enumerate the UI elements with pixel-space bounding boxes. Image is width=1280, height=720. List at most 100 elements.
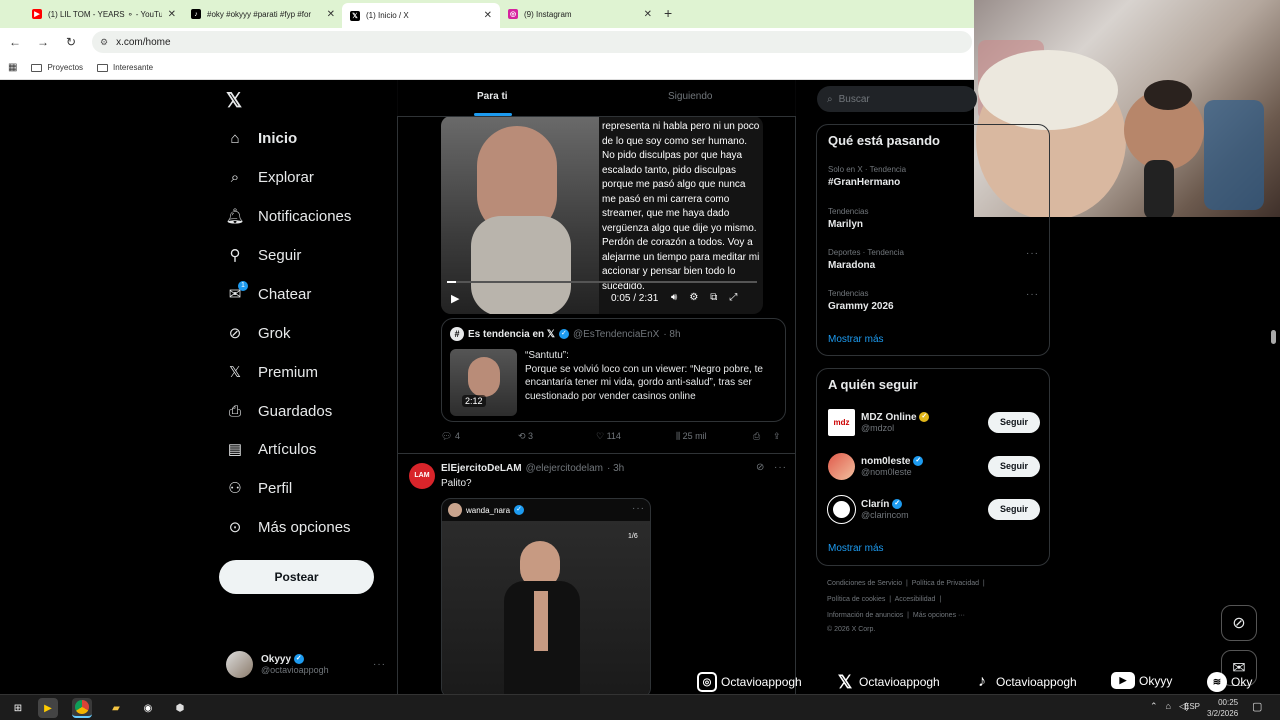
chrome-icon[interactable]	[72, 698, 92, 718]
bookmark-folder[interactable]: Proyectos	[31, 63, 83, 72]
footer-link[interactable]: Política de cookies	[827, 596, 885, 603]
quoted-post[interactable]: # Es tendencia en 𝕏 ✓ @EsTendenciaEnX · …	[441, 318, 786, 422]
x-logo-icon[interactable]: 𝕏	[226, 88, 242, 113]
play-icon[interactable]: ▶	[451, 292, 459, 305]
bookmark-icon[interactable]: ⎙	[753, 431, 760, 442]
show-more-link[interactable]: Mostrar más	[828, 543, 884, 554]
follow-suggestion[interactable]: mdz MDZ Online ✓ @mdzol Seguir	[828, 407, 1040, 437]
tab-x[interactable]: 𝕏 (1) Inicio / X ✕	[342, 3, 500, 28]
post-button[interactable]: Postear	[219, 560, 374, 594]
tab-title: #oky #okyyy #parati #fyp #for	[207, 9, 312, 19]
repost-button[interactable]: ⟲ 3	[518, 431, 533, 442]
forward-icon[interactable]: →	[36, 35, 50, 49]
show-more-link[interactable]: Mostrar más	[828, 334, 884, 345]
nav-articulos[interactable]: ▤ Artículos	[226, 435, 316, 463]
verified-icon: ✓	[514, 505, 525, 515]
post-media[interactable]: wanda_nara ✓ ··· 1/6	[441, 498, 651, 694]
language-indicator[interactable]: ESP	[1184, 702, 1200, 711]
trend-item[interactable]: Tendencias Marilyn	[828, 207, 868, 230]
hashtag-avatar: #	[450, 327, 464, 341]
pip-icon[interactable]: ⧉	[710, 292, 717, 303]
settings-icon[interactable]: ⚙	[689, 292, 698, 303]
tab-siguiendo[interactable]: Siguiendo	[668, 91, 712, 102]
media-player-icon[interactable]: ▶	[38, 698, 58, 718]
quote-handle: @EsTendenciaEnX	[572, 328, 660, 340]
back-icon[interactable]: ←	[8, 35, 22, 49]
clock[interactable]: 00:25 3/2/2026	[1207, 697, 1238, 719]
views-button[interactable]: ⫼ 25 mil	[676, 431, 707, 442]
search-input[interactable]: ⌕ Buscar	[817, 86, 977, 112]
video-caption: representa ni habla pero ni un poco de l…	[602, 121, 760, 290]
file-explorer-icon[interactable]: ▰	[106, 698, 126, 718]
nav-explorar[interactable]: ⌕ Explorar	[226, 163, 314, 191]
footer-link[interactable]: Política de Privacidad	[912, 580, 979, 587]
avatar[interactable]: LAM	[409, 463, 435, 489]
follow-button[interactable]: Seguir	[988, 411, 1040, 433]
like-button[interactable]: ♡ 114	[596, 431, 621, 442]
grok-icon[interactable]: ⊘	[1221, 605, 1257, 641]
close-icon[interactable]: ✕	[484, 10, 492, 21]
nav-guardados[interactable]: ⎙ Guardados	[226, 397, 332, 425]
grok-icon[interactable]: ⊘	[756, 462, 764, 473]
bookmark-folder[interactable]: Interesante	[97, 63, 153, 72]
nav-grok[interactable]: ⊘ Grok	[226, 319, 291, 347]
folder-icon	[31, 63, 43, 72]
footer-link[interactable]: Información de anuncios	[827, 612, 903, 619]
nav-mas-opciones[interactable]: ⊙ Más opciones	[226, 513, 351, 541]
nav-premium[interactable]: 𝕏 Premium	[226, 358, 318, 386]
footer-link[interactable]: Condiciones de Servicio	[827, 580, 902, 587]
new-tab-button[interactable]: +	[664, 5, 672, 21]
nav-notificaciones[interactable]: 🔔︎ Notificaciones	[225, 202, 351, 230]
windows-start-icon[interactable]: ⊞	[8, 698, 28, 718]
chevron-up-icon[interactable]: ⌃	[1150, 701, 1158, 712]
more-icon[interactable]: ···	[1026, 289, 1039, 300]
trend-item[interactable]: Tendencias Grammy 2026	[828, 289, 894, 312]
footer-link[interactable]: Accesibilidad	[895, 596, 936, 603]
scrollbar[interactable]	[1271, 330, 1276, 344]
fullscreen-icon[interactable]: ⤢	[729, 292, 737, 303]
tab-youtube[interactable]: ▶ (1) LIL TOM - YEARS ⚬ - YouTu ✕	[24, 4, 184, 24]
account-name: Okyyy	[261, 653, 292, 665]
account-switcher[interactable]: Okyyy ✓ @octavioappogh ···	[226, 648, 386, 680]
volume-icon[interactable]: 🔊︎	[671, 292, 677, 303]
tab-instagram[interactable]: ◎ (9) Instagram ✕	[500, 4, 660, 24]
search-icon: ⌕	[230, 168, 240, 186]
nav-perfil[interactable]: ⚇ Perfil	[226, 474, 292, 502]
close-icon[interactable]: ✕	[644, 9, 652, 20]
social-handle: Oky	[1231, 675, 1253, 689]
more-icon[interactable]: ···	[373, 659, 386, 670]
nav-seguir[interactable]: ⚲ Seguir	[226, 241, 302, 269]
close-icon[interactable]: ✕	[168, 9, 176, 20]
trend-item[interactable]: Solo en X · Tendencia #GranHermano	[828, 165, 906, 188]
post-author[interactable]: ElEjercitoDeLAM	[441, 463, 522, 474]
verified-icon: ✓	[558, 329, 569, 339]
obs-icon[interactable]: ◉	[138, 698, 158, 718]
video-progress[interactable]	[447, 281, 757, 283]
tab-tiktok[interactable]: ♪ #oky #okyyy #parati #fyp #for ✕	[183, 4, 343, 24]
follow-suggestion[interactable]: Clarín ✓ @clarincom Seguir	[827, 494, 1040, 524]
share-icon[interactable]: ⇪	[773, 431, 781, 442]
follow-suggestion[interactable]: nom0leste ✓ @nom0leste Seguir	[828, 451, 1040, 481]
tab-title: (9) Instagram	[524, 9, 572, 19]
app-icon[interactable]: ⬢	[170, 698, 190, 718]
video-player[interactable]: representa ni habla pero ni un poco de l…	[441, 116, 763, 314]
nav-chatear[interactable]: ✉ 1 Chatear	[226, 280, 311, 308]
more-icon[interactable]: ···	[774, 462, 787, 473]
follow-button[interactable]: Seguir	[988, 498, 1040, 520]
follow-name: MDZ Online	[861, 411, 917, 423]
reply-button[interactable]: 💬︎ 4	[441, 431, 460, 442]
nav-inicio[interactable]: ⌂ Inicio	[226, 124, 297, 152]
follow-button[interactable]: Seguir	[988, 455, 1040, 477]
reload-icon[interactable]: ↻	[64, 35, 78, 49]
site-info-icon[interactable]: ⚙	[100, 37, 108, 48]
tab-para-ti[interactable]: Para ti	[477, 91, 508, 102]
address-bar[interactable]: ⚙ x.com/home	[92, 31, 972, 53]
apps-icon[interactable]: ▦	[8, 62, 17, 73]
folder-icon	[97, 63, 109, 72]
network-icon[interactable]: ⌂	[1166, 701, 1171, 712]
more-icon[interactable]: ···	[1026, 248, 1039, 259]
notification-icon[interactable]: ▢	[1252, 700, 1262, 713]
trend-item[interactable]: Deportes · Tendencia Maradona	[828, 248, 904, 271]
close-icon[interactable]: ✕	[327, 9, 335, 20]
footer-link[interactable]: Más opciones ···	[913, 612, 965, 619]
